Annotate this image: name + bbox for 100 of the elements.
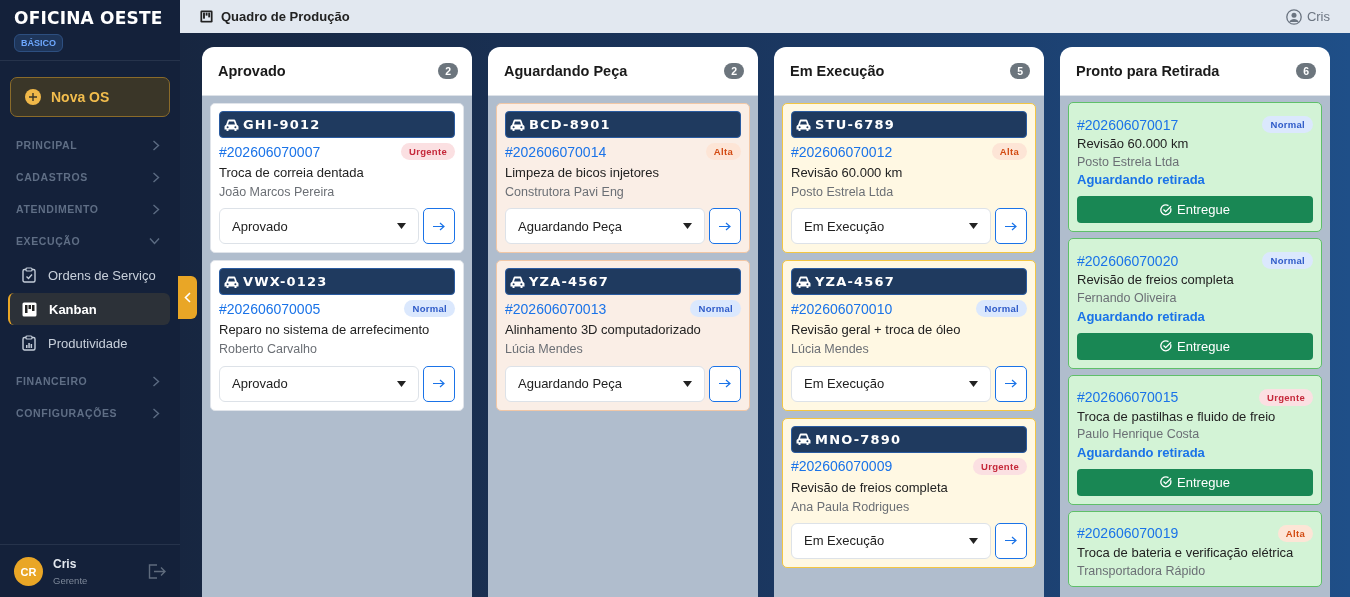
service-description: Revisão 60.000 km bbox=[791, 166, 904, 181]
nav-section-label: FINANCEIRO bbox=[16, 375, 88, 387]
delivered-button[interactable]: Entregue bbox=[1077, 468, 1313, 496]
caret-down-icon bbox=[969, 380, 978, 387]
status-select[interactable]: Aguardando Peça bbox=[505, 365, 705, 402]
customer-name: Posto Estrela Ltda bbox=[1077, 154, 1181, 170]
user-menu-name[interactable]: Cris bbox=[1306, 9, 1330, 24]
plate-number: MNO-7890 bbox=[815, 431, 902, 447]
nav-section[interactable]: EXECUÇÃO bbox=[0, 225, 180, 257]
car-icon bbox=[796, 433, 811, 446]
service-description: Revisão de freios completa bbox=[791, 480, 949, 496]
page-title: Quadro de Produção bbox=[221, 9, 350, 24]
plate-number: YZA-4567 bbox=[815, 274, 896, 290]
nav-item[interactable]: Produtividade bbox=[8, 327, 170, 359]
nav-item[interactable]: Ordens de Serviço bbox=[8, 259, 170, 291]
nav-section[interactable]: CONFIGURAÇÕES bbox=[0, 397, 180, 429]
priority-badge: Alta bbox=[705, 143, 741, 160]
car-icon bbox=[510, 118, 525, 131]
column-title: Pronto para Retirada bbox=[1076, 63, 1220, 79]
advance-button[interactable] bbox=[709, 365, 741, 402]
plate-number: YZA-4567 bbox=[529, 274, 610, 290]
user-circle-icon bbox=[1285, 8, 1302, 25]
advance-button[interactable] bbox=[423, 208, 455, 245]
order-number-link[interactable]: #202606070015 bbox=[1077, 389, 1179, 405]
customer-name: Lúcia Mendes bbox=[505, 342, 584, 357]
arrow-right-icon bbox=[1005, 221, 1017, 231]
collapse-sidebar-button[interactable] bbox=[178, 276, 197, 319]
customer-name: Roberto Carvalho bbox=[219, 342, 318, 357]
customer-name: Ana Paula Rodrigues bbox=[791, 499, 911, 514]
advance-button[interactable] bbox=[995, 208, 1027, 245]
advance-button[interactable] bbox=[995, 365, 1027, 402]
order-number-link[interactable]: #202606070007 bbox=[219, 143, 321, 160]
customer-name: Fernando Oliveira bbox=[1077, 291, 1178, 306]
service-description: Revisão geral + troca de óleo bbox=[791, 323, 962, 339]
order-number-link[interactable]: #202606070017 bbox=[1077, 116, 1179, 133]
arrow-right-icon bbox=[1005, 379, 1017, 389]
caret-down-icon bbox=[969, 537, 978, 544]
customer-name: Construtora Pavi Eng bbox=[505, 184, 625, 200]
service-description: Revisão de freios completa bbox=[1077, 273, 1235, 289]
nav-section-label: EXECUÇÃO bbox=[16, 235, 81, 247]
check-circle-icon bbox=[1160, 476, 1173, 489]
column-title: Aprovado bbox=[218, 63, 286, 79]
new-order-button[interactable]: Nova OS bbox=[10, 77, 170, 117]
nav-section[interactable]: PRINCIPAL bbox=[0, 129, 180, 161]
caret-down-icon bbox=[683, 380, 692, 387]
car-icon bbox=[796, 118, 811, 131]
nav-section-label: CADASTROS bbox=[16, 171, 88, 183]
user-avatar: CR bbox=[14, 557, 43, 586]
nav-section-label: PRINCIPAL bbox=[16, 139, 78, 151]
clipboard-check-icon bbox=[22, 267, 36, 283]
plan-badge: BÁSICO bbox=[14, 34, 63, 52]
order-number-link[interactable]: #202606070005 bbox=[219, 300, 321, 317]
column-title: Em Execução bbox=[790, 63, 885, 79]
advance-button[interactable] bbox=[995, 522, 1027, 559]
car-icon bbox=[796, 275, 811, 288]
delivered-button[interactable]: Entregue bbox=[1077, 196, 1313, 224]
status-select[interactable]: Em Execução bbox=[791, 208, 991, 245]
status-select[interactable]: Em Execução bbox=[791, 522, 991, 559]
car-icon bbox=[224, 118, 239, 131]
delivered-button[interactable]: Entregue bbox=[1077, 332, 1313, 360]
status-select[interactable]: Aprovado bbox=[219, 208, 419, 245]
nav-section[interactable]: ATENDIMENTO bbox=[0, 193, 180, 225]
kanban-icon bbox=[22, 301, 37, 317]
nav-section[interactable]: FINANCEIRO bbox=[0, 365, 180, 397]
status-select[interactable]: Em Execução bbox=[791, 365, 991, 402]
customer-name: Lúcia Mendes bbox=[791, 342, 870, 357]
order-number-link[interactable]: #202606070014 bbox=[505, 143, 607, 160]
logout-icon[interactable] bbox=[148, 564, 166, 579]
nav-section[interactable]: CADASTROS bbox=[0, 161, 180, 193]
advance-button[interactable] bbox=[709, 208, 741, 245]
status-select[interactable]: Aprovado bbox=[219, 365, 419, 402]
order-number-link[interactable]: #202606070020 bbox=[1077, 252, 1179, 269]
priority-badge: Normal bbox=[690, 300, 741, 318]
advance-button[interactable] bbox=[423, 365, 455, 402]
customer-name: João Marcos Pereira bbox=[219, 184, 336, 200]
service-description: Troca de bateria e verificação elétrica bbox=[1077, 545, 1295, 561]
order-number-link[interactable]: #202606070013 bbox=[505, 300, 607, 317]
nav-item-label: Ordens de Serviço bbox=[48, 267, 156, 283]
order-number-link[interactable]: #202606070019 bbox=[1077, 525, 1179, 542]
priority-badge: Normal bbox=[1262, 116, 1313, 133]
order-number-link[interactable]: #202606070009 bbox=[791, 458, 893, 475]
status-note: Aguardando retirada bbox=[1077, 309, 1206, 325]
arrow-right-icon bbox=[433, 221, 445, 231]
car-icon bbox=[510, 275, 525, 288]
caret-down-icon bbox=[683, 223, 692, 230]
priority-badge: Normal bbox=[976, 300, 1027, 318]
order-number-link[interactable]: #202606070012 bbox=[791, 143, 893, 160]
status-select[interactable]: Aguardando Peça bbox=[505, 208, 705, 245]
plate-number: GHI-9012 bbox=[243, 117, 321, 132]
nav-item[interactable]: Kanban bbox=[8, 293, 170, 325]
chevron-left-icon bbox=[184, 292, 191, 303]
customer-name: Paulo Henrique Costa bbox=[1077, 427, 1201, 442]
arrow-right-icon bbox=[719, 221, 731, 231]
order-number-link[interactable]: #202606070010 bbox=[791, 300, 893, 317]
service-description: Revisão 60.000 km bbox=[1077, 137, 1190, 152]
plate-number: BCD-8901 bbox=[529, 117, 611, 132]
status-note: Aguardando retirada bbox=[1077, 445, 1206, 461]
priority-badge: Urgente bbox=[401, 143, 455, 160]
priority-badge: Urgente bbox=[973, 457, 1027, 475]
count-badge: 2 bbox=[724, 63, 744, 79]
